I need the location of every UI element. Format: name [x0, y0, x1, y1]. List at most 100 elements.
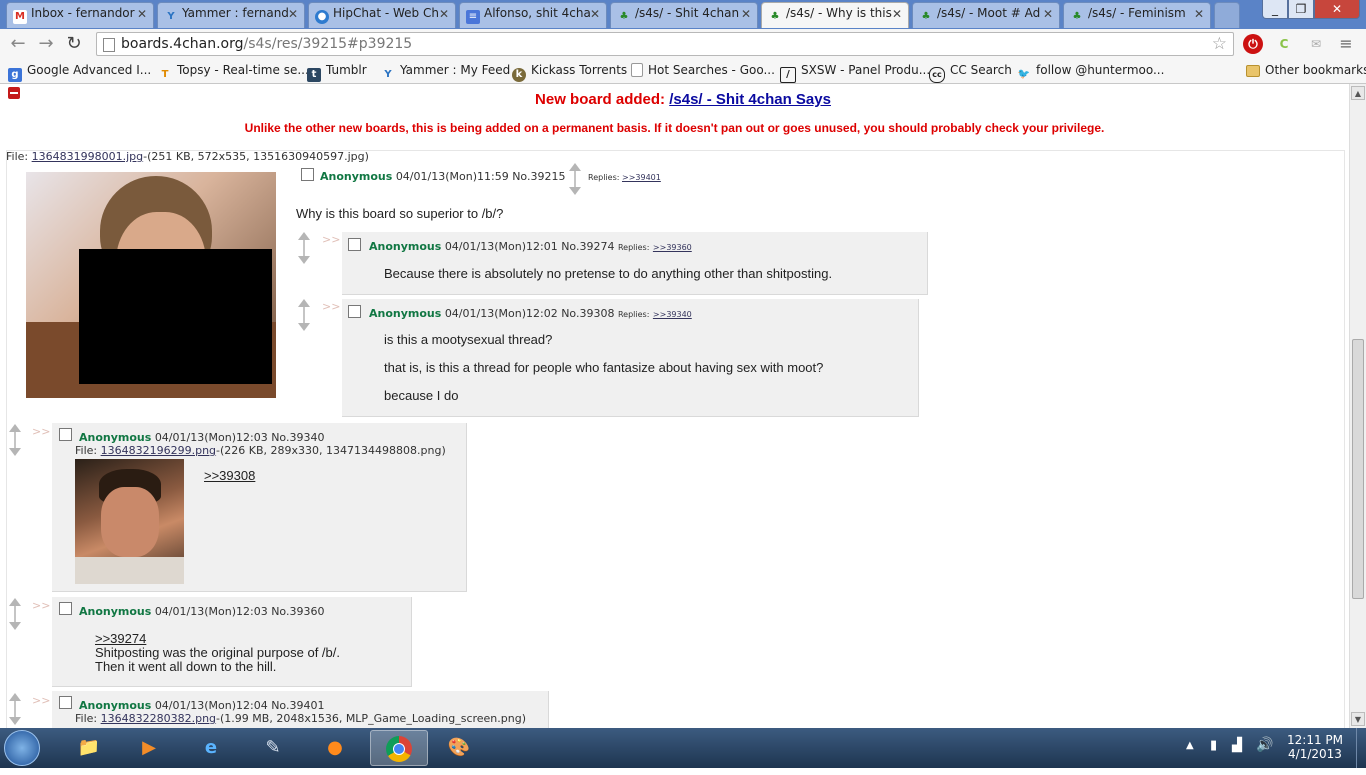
bookmark-hot-searches[interactable]: Hot Searches - Goo... [631, 63, 775, 77]
tab-label: Inbox - fernandor [31, 6, 135, 20]
adblock-icon[interactable]: ⏻ [1243, 34, 1263, 54]
reply-backlink[interactable]: >>39360 [653, 243, 692, 252]
close-icon[interactable]: ✕ [741, 7, 751, 21]
4chan-clover-icon: ♣ [921, 11, 931, 22]
tab-strip: M Inbox - fernandor ✕ Y Yammer : fernand ✕ ●… [0, 0, 1366, 29]
op-reply-link[interactable]: >>39401 [622, 173, 661, 182]
poster-name: Anonymous [320, 170, 393, 183]
back-button[interactable]: ← [6, 33, 30, 55]
reload-button[interactable]: ↻ [62, 33, 86, 55]
tab-gmail[interactable]: M Inbox - fernandor ✕ [6, 2, 154, 28]
close-icon[interactable]: ✕ [590, 7, 600, 21]
quote-link[interactable]: >>39308 [204, 468, 255, 483]
tab-s4s-shit[interactable]: ♣ /s4s/ - Shit 4chan ✕ [610, 2, 758, 28]
quote-link[interactable]: >>39274 [95, 631, 146, 646]
other-bookmarks[interactable]: Other bookmarks [1246, 63, 1366, 77]
face-shape [101, 487, 159, 557]
start-button[interactable] [4, 730, 40, 766]
tab-s4s-feminism[interactable]: ♣ /s4s/ - Feminism ✕ [1063, 2, 1211, 28]
explorer-icon[interactable]: 📁 [62, 730, 116, 766]
op-checkbox[interactable] [301, 168, 314, 181]
forward-button[interactable]: → [34, 33, 58, 55]
tab-s4s-moot[interactable]: ♣ /s4s/ - Moot # Ad ✕ [912, 2, 1060, 28]
new-tab-button[interactable] [1214, 2, 1240, 28]
signal-icon[interactable]: ▟ [1232, 738, 1242, 753]
replies-label: Replies: [617, 243, 650, 252]
clock[interactable]: 12:11 PM 4/1/2013 [1280, 733, 1350, 761]
close-icon[interactable]: ✕ [439, 7, 449, 21]
page-scrollbar[interactable]: ▲ ▼ [1349, 84, 1366, 728]
chrome-icon[interactable] [370, 730, 428, 766]
minimize-button[interactable]: _ [1262, 0, 1288, 19]
battery-icon[interactable]: ▮ [1210, 738, 1217, 753]
op-thumbnail[interactable] [26, 172, 276, 398]
post-number[interactable]: No.39401 [271, 699, 324, 712]
post-number[interactable]: No.39215 [512, 170, 565, 183]
close-icon[interactable]: ✕ [1043, 7, 1053, 21]
reply-checkbox[interactable] [348, 305, 361, 318]
tool-icon[interactable]: ✎ [246, 730, 300, 766]
post-number[interactable]: No.39308 [561, 307, 614, 320]
reply-39274: Anonymous 04/01/13(Mon)12:01 No.39274 Re… [342, 232, 928, 295]
bookmark-star-icon[interactable]: ☆ [1212, 34, 1227, 54]
4chan-clover-icon: ♣ [619, 11, 629, 22]
scroll-thumb[interactable] [1352, 339, 1364, 599]
close-icon[interactable]: ✕ [288, 7, 298, 21]
post-number[interactable]: No.39274 [561, 240, 614, 253]
firefox-icon[interactable]: ● [308, 730, 362, 766]
google-icon: g [8, 68, 22, 82]
reply-checkbox[interactable] [348, 238, 361, 251]
maximize-button[interactable]: ❐ [1288, 0, 1314, 19]
board-link[interactable]: /s4s/ - Shit 4chan Says [669, 91, 831, 108]
bookmark-google-advanced[interactable]: g Google Advanced I... [8, 63, 151, 82]
volume-icon[interactable]: 🔊 [1256, 737, 1273, 753]
scroll-up-icon[interactable]: ▲ [1351, 86, 1365, 100]
bookmark-sxsw[interactable]: / SXSW - Panel Produ... [780, 63, 930, 83]
internet-explorer-icon[interactable]: e [184, 730, 238, 766]
show-desktop-button[interactable] [1356, 728, 1366, 768]
tab-label: /s4s/ - Why is this [786, 6, 892, 20]
post-number[interactable]: No.39360 [271, 605, 324, 618]
tray-expand-icon[interactable]: ▲ [1186, 740, 1194, 751]
reply-arrows-icon[interactable] [8, 424, 22, 456]
reply-checkbox[interactable] [59, 696, 72, 709]
address-bar[interactable]: boards.4chan.org/s4s/res/39215#p39215 ☆ [96, 32, 1234, 56]
window-close-button[interactable]: ✕ [1314, 0, 1360, 19]
menu-icon[interactable]: ≡ [1336, 34, 1356, 54]
bookmark-twitter[interactable]: 🐦 follow @huntermoo... [1017, 63, 1165, 82]
op-file-link[interactable]: 1364831998001.jpg [32, 150, 144, 163]
extension-c-icon[interactable]: C [1274, 34, 1294, 54]
reply-file-link[interactable]: 1364832280382.png [101, 712, 216, 725]
tab-hipchat[interactable]: ● HipChat - Web Ch ✕ [308, 2, 456, 28]
reply-arrows-icon[interactable] [8, 598, 22, 630]
tab-s4s-why[interactable]: ♣ /s4s/ - Why is this ✕ [761, 2, 909, 28]
scroll-down-icon[interactable]: ▼ [1351, 712, 1365, 726]
reply-backlink[interactable]: >>39340 [653, 310, 692, 319]
bookmark-kickass[interactable]: k Kickass Torrents [512, 63, 627, 82]
reply-thumbnail[interactable] [75, 459, 184, 584]
replies-label: Replies: [588, 173, 620, 182]
reply-arrows-icon[interactable] [297, 299, 311, 331]
tab-yammer[interactable]: Y Yammer : fernand ✕ [157, 2, 305, 28]
reply-checkbox[interactable] [59, 428, 72, 441]
post-number[interactable]: No.39340 [271, 431, 324, 444]
close-icon[interactable]: ✕ [892, 7, 902, 21]
close-icon[interactable]: ✕ [137, 7, 147, 21]
tab-docs[interactable]: ≡ Alfonso, shit 4cha ✕ [459, 2, 607, 28]
paint-icon[interactable]: 🎨 [432, 730, 486, 766]
op-file-meta: -(251 KB, 572x535, 1351630940597.jpg) [143, 150, 369, 163]
hipchat-icon: ● [315, 10, 329, 24]
mail-icon[interactable]: ✉ [1306, 34, 1326, 54]
reply-arrows-icon[interactable] [297, 232, 311, 264]
bookmark-tumblr[interactable]: t Tumblr [307, 63, 367, 82]
reply-arrows-icon[interactable] [8, 693, 22, 725]
reply-file-link[interactable]: 1364832196299.png [101, 444, 216, 457]
bookmark-yammer[interactable]: Y Yammer : My Feed [381, 63, 510, 82]
op-arrows-icon[interactable] [568, 163, 582, 195]
close-icon[interactable]: ✕ [1194, 7, 1204, 21]
bookmark-cc-search[interactable]: cc CC Search [929, 63, 1012, 83]
bookmark-topsy[interactable]: T Topsy - Real-time se... [158, 63, 309, 82]
media-player-icon[interactable]: ▶ [122, 730, 176, 766]
reply-checkbox[interactable] [59, 602, 72, 615]
tab-label: /s4s/ - Moot # Ad [937, 6, 1041, 20]
